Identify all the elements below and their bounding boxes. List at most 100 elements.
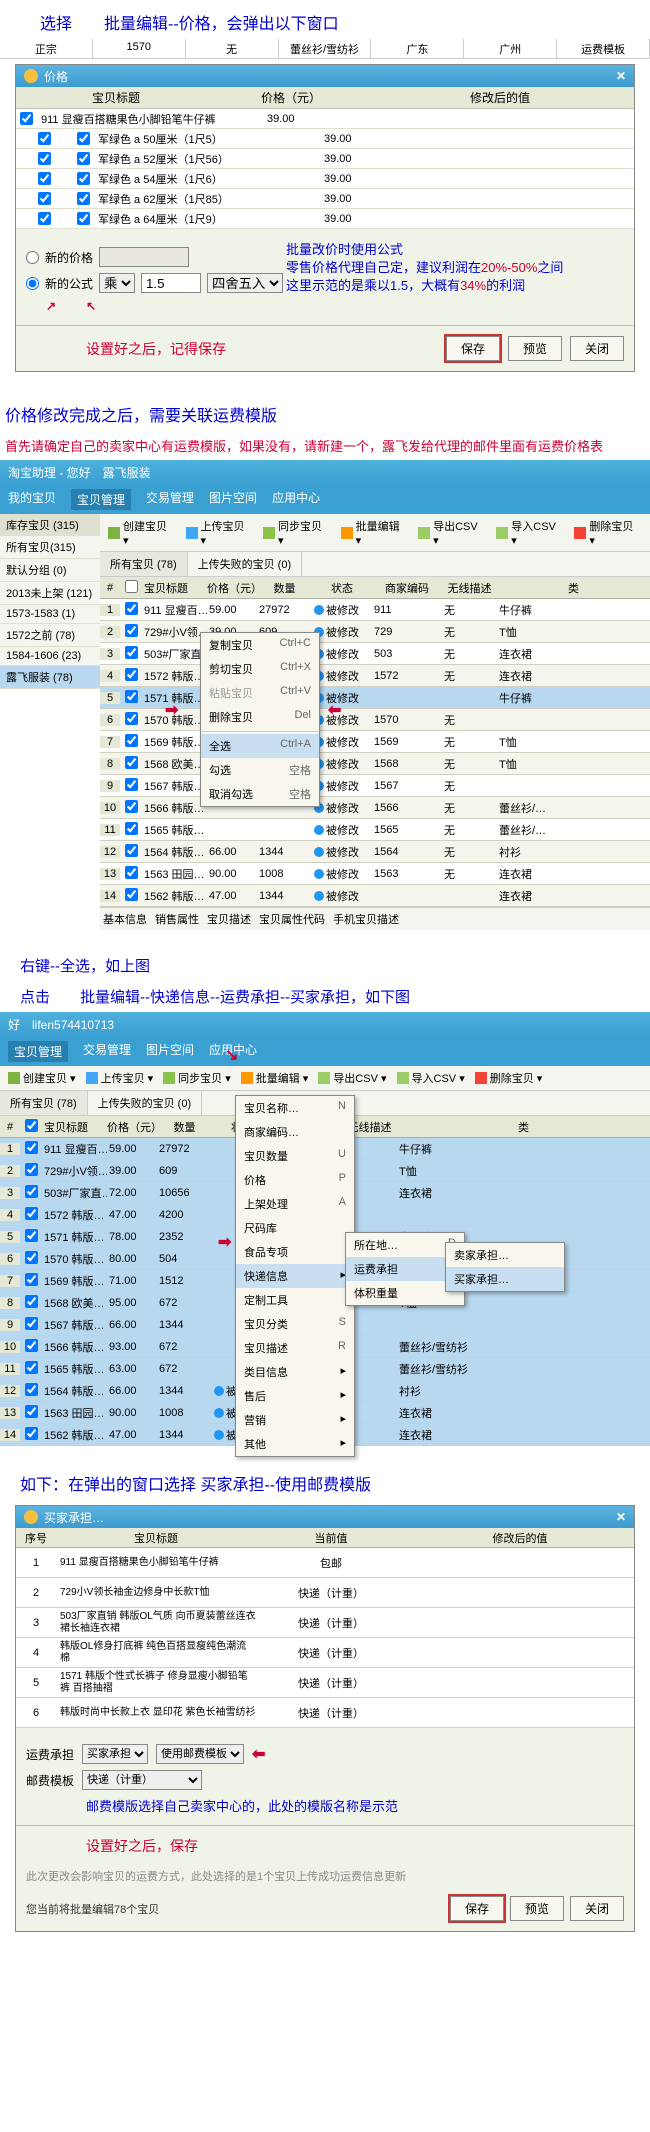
menu-item[interactable]: 售后▸ [236,1384,354,1408]
bottom-tab[interactable]: 手机宝贝描述 [333,911,399,927]
table-row[interactable]: 军绿色 a 50厘米（1尺5）39.00 [16,129,634,149]
sidebar-item[interactable]: 露飞服装 (78) [0,666,100,689]
table-row[interactable]: 2729#小V领…39.00609 被修改729无T恤 [100,621,650,643]
menu-item[interactable]: 应用中心 [272,489,320,510]
menu-item[interactable]: 复制宝贝Ctrl+C [201,633,319,657]
table-row[interactable]: 111565 韩版… 被修改1565无蕾丝衫/… [100,819,650,841]
menu-item[interactable]: 宝贝管理 [71,489,131,510]
menu-item[interactable]: 勾选空格 [201,758,319,782]
table-row[interactable]: 军绿色 a 54厘米（1尺6）39.00 [16,169,634,189]
close-icon[interactable]: ✕ [616,69,626,83]
preview-button[interactable]: 预览 [508,336,562,361]
menu-item[interactable]: 剪切宝贝Ctrl+X [201,657,319,681]
menu-item[interactable]: 卖家承担… [446,1243,564,1267]
tab[interactable]: 所有宝贝 (78) [100,552,188,576]
menu-item[interactable]: 营销▸ [236,1408,354,1432]
sidebar-item[interactable]: 2013未上架 (121) [0,582,100,605]
menu-item[interactable]: 宝贝管理 [8,1041,68,1062]
info-icon [314,847,324,857]
close-button[interactable]: 关闭 [570,336,624,361]
op-select[interactable]: 乘 [99,273,135,293]
table-row[interactable]: 军绿色 a 52厘米（1尺56）39.00 [16,149,634,169]
menu-item[interactable]: 尺码库 [236,1216,354,1240]
menu-item[interactable]: 删除宝贝Del [201,705,319,729]
sidebar-item[interactable]: 1584-1606 (23) [0,647,100,666]
bottom-tab[interactable]: 宝贝描述 [207,911,251,927]
toolbar-item[interactable]: 批量编辑 ▾ [241,1070,309,1086]
menu-item[interactable]: 图片空间 [146,1041,194,1062]
table-row[interactable]: 911 显瘦百搭糖果色小脚铅笔牛仔裤39.00 [16,109,634,129]
toolbar-item[interactable]: 上传宝贝 ▾ [86,1070,154,1086]
post-template-select[interactable]: 快递（计重） [82,1770,202,1790]
menu-item[interactable]: 取消勾选空格 [201,782,319,806]
menu-item[interactable]: 交易管理 [83,1041,131,1062]
close-button[interactable]: 关闭 [570,1896,624,1921]
menu-item[interactable]: 商家编码… [236,1120,354,1144]
radio-formula[interactable] [26,277,39,290]
menu-item[interactable]: 宝贝分类S [236,1312,354,1336]
toolbar-item[interactable]: 删除宝贝 ▾ [574,518,642,547]
table-row[interactable]: 131563 田园…90.001008 被修改1563无连衣裙 [100,863,650,885]
bearer-select[interactable]: 买家承担 [82,1744,148,1764]
table-row[interactable]: 101566 韩版… 被修改1566无蕾丝衫/… [100,797,650,819]
menu-item[interactable]: 价格P [236,1168,354,1192]
toolbar-item[interactable]: 创建宝贝 ▾ [108,518,176,547]
close-icon[interactable]: ✕ [616,1510,626,1524]
tab[interactable]: 所有宝贝 (78) [0,1091,88,1115]
menu-item[interactable]: 其他▸ [236,1432,354,1456]
toolbar-item[interactable]: 批量编辑 ▾ [341,518,409,547]
bottom-tab[interactable]: 基本信息 [103,911,147,927]
tab[interactable]: 上传失败的宝贝 (0) [188,552,303,576]
table-row[interactable]: 71569 韩版… 被修改1569无T恤 [100,731,650,753]
toolbar-item[interactable]: 上传宝贝 ▾ [186,518,254,547]
toolbar-item[interactable]: 导入CSV ▾ [397,1070,465,1086]
bottom-tab[interactable]: 销售属性 [155,911,199,927]
template-mode-select[interactable]: 使用邮费模板 [156,1744,244,1764]
menu-item[interactable]: 交易管理 [146,489,194,510]
table-row[interactable]: 3503#厂家直…72.0010656 被修改503无连衣裙 [100,643,650,665]
table-row[interactable]: 61570 韩版… 被修改1570无 [100,709,650,731]
table-row[interactable]: 1911 显瘦百…59.0027972 被修改911无牛仔裤 [100,599,650,621]
sidebar-item[interactable]: 所有宝贝(315) [0,536,100,559]
bottom-tab[interactable]: 宝贝属性代码 [259,911,325,927]
toolbar-item[interactable]: 创建宝贝 ▾ [8,1070,76,1086]
table-row[interactable]: 121564 韩版…66.001344 被修改1564无衬衫 [100,841,650,863]
round-select[interactable]: 四舍五入 [207,273,283,293]
factor-input[interactable] [141,273,201,293]
sidebar-item[interactable]: 默认分组 (0) [0,559,100,582]
tab[interactable]: 上传失败的宝贝 (0) [88,1091,203,1115]
table-row[interactable]: 91567 韩版… 被修改1567无 [100,775,650,797]
table-row[interactable]: 51571 韩版…78.002352 被修改牛仔裤 [100,687,650,709]
toolbar-item[interactable]: 导出CSV ▾ [418,518,486,547]
preview-button[interactable]: 预览 [510,1896,564,1921]
menu-item[interactable]: 宝贝描述R [236,1336,354,1360]
menu-item[interactable]: 定制工具 [236,1288,354,1312]
toolbar-item[interactable]: 导出CSV ▾ [318,1070,386,1086]
toolbar-item[interactable]: 导入CSV ▾ [496,518,564,547]
menu-item[interactable]: 快递信息▸ [236,1264,354,1288]
menu-item[interactable]: 我的宝贝 [8,489,56,510]
menu-item[interactable]: 食品专项 [236,1240,354,1264]
sidebar-item[interactable]: 1572之前 (78) [0,624,100,647]
toolbar-item[interactable]: 同步宝贝 ▾ [263,518,331,547]
table-row[interactable]: 41572 韩版…47.004200 被修改1572无连衣裙 [100,665,650,687]
price-input[interactable] [99,247,189,267]
table-row[interactable]: 81568 欧美… 被修改1568无T恤 [100,753,650,775]
menu-item[interactable]: 买家承担… [446,1267,564,1291]
menu-item[interactable]: 粘贴宝贝Ctrl+V [201,681,319,705]
sidebar-item[interactable]: 1573-1583 (1) [0,605,100,624]
menu-item[interactable]: 全选Ctrl+A [201,734,319,758]
menu-item[interactable]: 宝贝名称…N [236,1096,354,1120]
toolbar-item[interactable]: 同步宝贝 ▾ [163,1070,231,1086]
toolbar-item[interactable]: 删除宝贝 ▾ [475,1070,543,1086]
save-button[interactable]: 保存 [450,1896,504,1921]
table-row[interactable]: 军绿色 a 64厘米（1尺9）39.00 [16,209,634,229]
menu-item[interactable]: 类目信息▸ [236,1360,354,1384]
table-row[interactable]: 军绿色 a 62厘米（1尺85）39.00 [16,189,634,209]
menu-item[interactable]: 宝贝数量U [236,1144,354,1168]
radio-new-price[interactable] [26,251,39,264]
save-button[interactable]: 保存 [446,336,500,361]
menu-item[interactable]: 图片空间 [209,489,257,510]
table-row[interactable]: 141562 韩版…47.001344 被修改连衣裙 [100,885,650,907]
menu-item[interactable]: 上架处理A [236,1192,354,1216]
